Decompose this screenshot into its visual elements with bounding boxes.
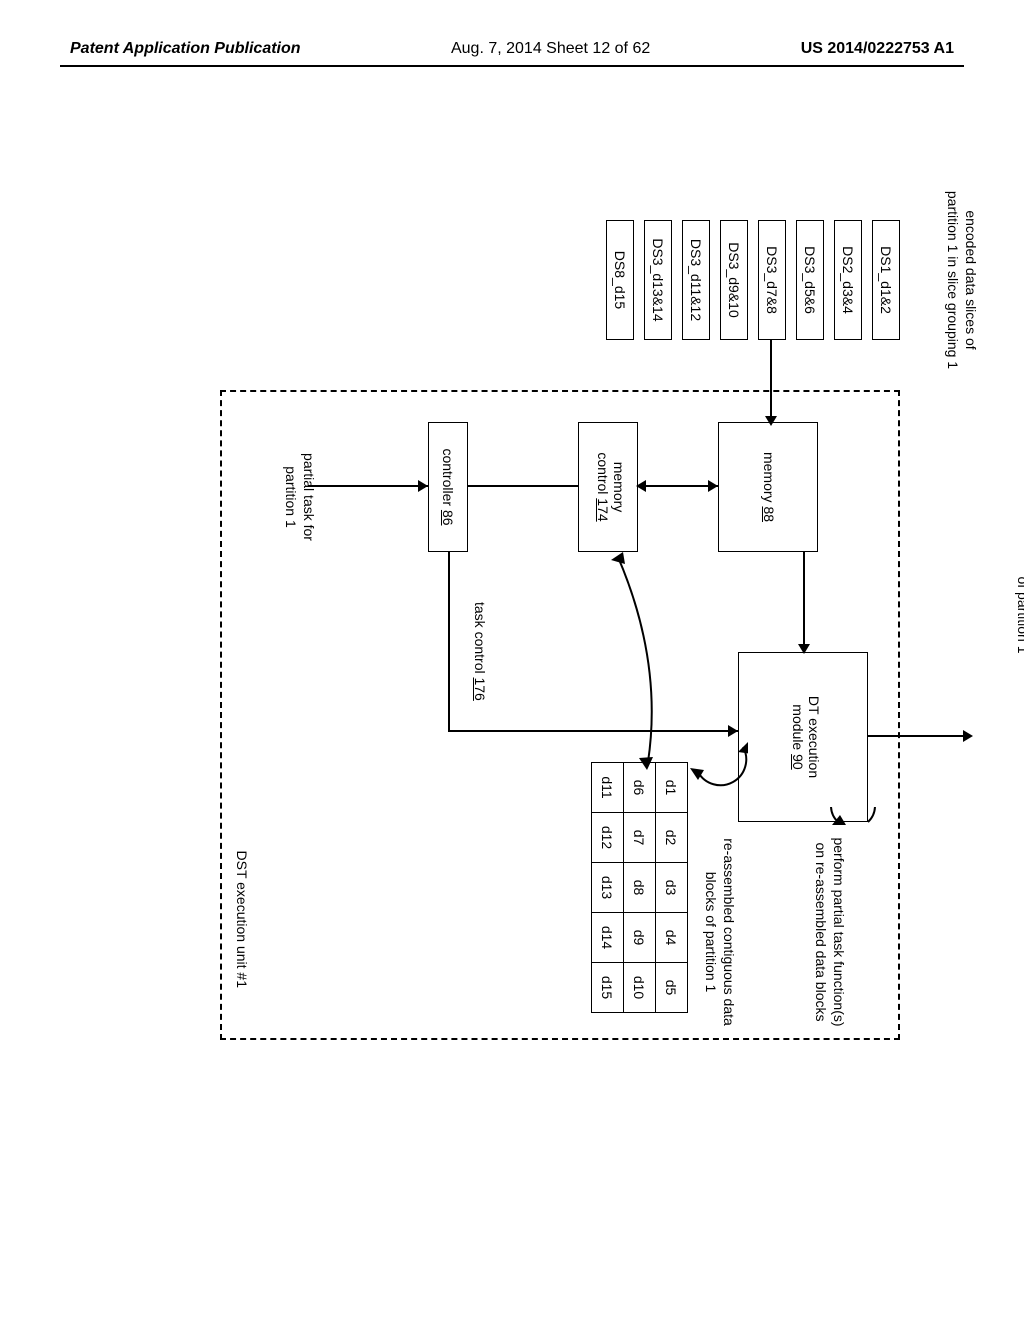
dst-label: DST execution unit #1 bbox=[234, 851, 250, 989]
arrow-taskctrl-v bbox=[448, 730, 738, 732]
controller-label: controller 86 bbox=[440, 448, 456, 525]
arrowhead-icon bbox=[963, 730, 973, 742]
header-center: Aug. 7, 2014 Sheet 12 of 62 bbox=[451, 40, 650, 58]
arrowhead-icon bbox=[708, 480, 718, 492]
cell: d5 bbox=[656, 963, 688, 1013]
dtexec-label: DT executionmodule 90 bbox=[790, 696, 822, 778]
slice-ds5: DS3_d9&10 bbox=[720, 220, 748, 340]
arrow-memory-dtexec bbox=[803, 552, 805, 652]
line-memctrl-controller bbox=[468, 485, 578, 487]
header-rule bbox=[60, 65, 964, 67]
task-control-label: task control 176 bbox=[472, 602, 488, 701]
arrow-mem-memctrl bbox=[638, 485, 718, 487]
cell: d12 bbox=[592, 813, 624, 863]
memctrl-label: memorycontrol 174 bbox=[595, 452, 627, 521]
cell: d9 bbox=[624, 913, 656, 963]
data-grid: d1 d2 d3 d4 d5 d6 d7 d8 d9 d10 d11 d12 d… bbox=[591, 762, 688, 1013]
reassembled-label: re-assembled contiguous data blocks of p… bbox=[702, 832, 738, 1032]
cell: d13 bbox=[592, 863, 624, 913]
cell: d3 bbox=[656, 863, 688, 913]
slices-label: encoded data slices of partition 1 in sl… bbox=[944, 190, 980, 370]
slice-ds7: DS3_d13&14 bbox=[644, 220, 672, 340]
memory-label: memory 88 bbox=[761, 452, 777, 522]
dst-execution-unit: DST execution unit #1 memory 88 memoryco… bbox=[220, 390, 900, 1040]
cell: d4 bbox=[656, 913, 688, 963]
arrowhead-icon bbox=[418, 480, 428, 492]
arrow-dtexec-result bbox=[868, 735, 966, 737]
header-right: US 2014/0222753 A1 bbox=[801, 40, 954, 58]
slice-ds8: DS8_d15 bbox=[606, 220, 634, 340]
dt-execution-box: DT executionmodule 90 bbox=[738, 652, 868, 822]
cell: d8 bbox=[624, 863, 656, 913]
slice-ds4: DS3_d7&8 bbox=[758, 220, 786, 340]
slice-ds3: DS3_d5&6 bbox=[796, 220, 824, 340]
slice-ds1: DS1_d1&2 bbox=[872, 220, 900, 340]
cell: d15 bbox=[592, 963, 624, 1013]
page-header: Patent Application Publication Aug. 7, 2… bbox=[0, 40, 1024, 58]
cell: d7 bbox=[624, 813, 656, 863]
partial-task-input-label: partial task for partition 1 bbox=[282, 432, 318, 562]
arc-memctrl-grid-icon bbox=[573, 552, 653, 772]
memory-control-box: memorycontrol 174 bbox=[578, 422, 638, 552]
slice-ds2: DS2_d3&4 bbox=[834, 220, 862, 340]
arrow-partial-task-in bbox=[308, 485, 428, 487]
perform-label: perform partial task function(s) on re-a… bbox=[812, 837, 848, 1027]
cell: d10 bbox=[624, 963, 656, 1013]
arrow-taskctrl-h bbox=[448, 552, 450, 732]
cell: d1 bbox=[656, 763, 688, 813]
cell: d2 bbox=[656, 813, 688, 863]
slice-ds6: DS3_d11&12 bbox=[682, 220, 710, 340]
memory-box: memory 88 bbox=[718, 422, 818, 552]
arrowhead-icon bbox=[728, 725, 738, 737]
partial-result-label: partial result(s) for group 1 of partiti… bbox=[1014, 530, 1024, 700]
controller-box: controller 86 bbox=[428, 422, 468, 552]
diagram: encoded data slices of partition 1 in sl… bbox=[20, 260, 1000, 1060]
cell: d14 bbox=[592, 913, 624, 963]
header-left: Patent Application Publication bbox=[70, 40, 301, 58]
